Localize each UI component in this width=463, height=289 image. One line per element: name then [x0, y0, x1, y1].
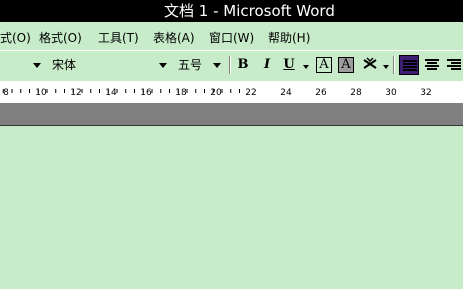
ruler-label: 30: [385, 88, 397, 98]
menu-window[interactable]: 窗口(W): [209, 29, 254, 46]
chevron-down-icon[interactable]: [213, 63, 221, 68]
align-center-button[interactable]: [422, 55, 442, 75]
ruler-label: 26: [315, 88, 327, 98]
pinyin-guide-icon[interactable]: [361, 56, 379, 74]
character-border-button[interactable]: A: [316, 57, 332, 73]
align-center-icon: [425, 59, 439, 70]
ruler-ticks: 8 10 12 14 16 18 20 22 24 26 28 30 32: [2, 88, 432, 98]
font-size-combo[interactable]: 五号: [174, 55, 224, 75]
toolbar-separator: [229, 56, 231, 74]
pinyin-dropdown-icon[interactable]: [383, 65, 389, 69]
ruler-label: 10: [35, 88, 47, 98]
ruler-label: 18: [175, 88, 187, 98]
ruler-label: 20: [210, 88, 222, 98]
align-justify-button[interactable]: [399, 55, 419, 75]
font-name-combo[interactable]: 宋体: [48, 55, 170, 75]
align-right-icon: [447, 59, 461, 70]
page-margin-area: [0, 103, 463, 126]
character-shading-button[interactable]: A: [338, 57, 354, 73]
font-name-value: 宋体: [52, 58, 77, 72]
horizontal-ruler[interactable]: 8 10 12 14 16 18 20 22 24 26 28 30 32: [0, 81, 463, 103]
ruler-label: 8: [3, 88, 9, 98]
underline-dropdown-icon[interactable]: [303, 65, 309, 69]
ruler-label: 14: [105, 88, 117, 98]
menu-format[interactable]: 格式(O): [39, 29, 82, 46]
ruler-label: 22: [245, 88, 256, 98]
toolbar-separator: [393, 56, 395, 74]
align-justify-icon: [403, 60, 417, 71]
bold-button[interactable]: B: [234, 56, 252, 74]
menu-view[interactable]: 式(O): [0, 29, 31, 46]
menu-table[interactable]: 表格(A): [153, 29, 195, 46]
menu-bar: 式(O) 格式(O) 工具(T) 表格(A) 窗口(W) 帮助(H): [0, 22, 463, 50]
window-title: 文档 1 - Microsoft Word: [164, 2, 335, 20]
font-size-value: 五号: [178, 58, 203, 72]
align-right-button[interactable]: [444, 55, 463, 75]
chevron-down-icon[interactable]: [159, 63, 167, 68]
title-bar: 文档 1 - Microsoft Word: [0, 0, 463, 22]
menu-tools[interactable]: 工具(T): [98, 29, 139, 46]
menu-help[interactable]: 帮助(H): [268, 29, 310, 46]
style-combo[interactable]: [0, 55, 44, 75]
underline-button[interactable]: U: [280, 56, 298, 74]
ruler-label: 32: [420, 88, 431, 98]
document-body[interactable]: [0, 126, 463, 289]
formatting-toolbar: 宋体 五号 B I U A A: [0, 50, 463, 81]
ruler-label: 12: [70, 88, 81, 98]
ruler-label: 24: [280, 88, 292, 98]
ruler-label: 28: [350, 88, 362, 98]
italic-button[interactable]: I: [258, 56, 276, 74]
ruler-label: 16: [140, 88, 152, 98]
chevron-down-icon[interactable]: [33, 63, 41, 68]
